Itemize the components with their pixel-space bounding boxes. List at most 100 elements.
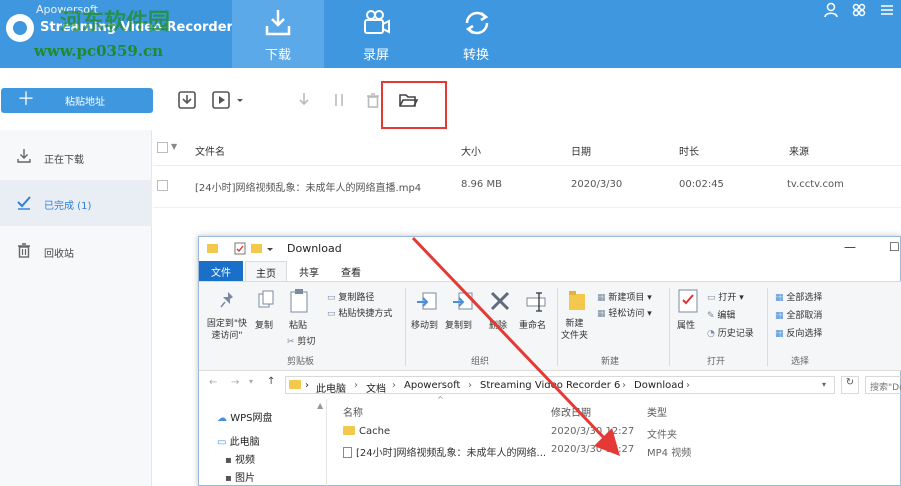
column-filename[interactable]: 文件名 xyxy=(195,143,225,158)
copy-icon xyxy=(258,290,274,308)
back-icon[interactable]: ← xyxy=(209,377,217,388)
file-name: [24小时]网络视频乱象：未成年人的网络... xyxy=(356,448,547,459)
copy-path-button[interactable]: ▭ 复制路径 xyxy=(327,290,374,303)
import-icon[interactable] xyxy=(176,89,198,111)
tab-file[interactable]: 文件 xyxy=(199,261,243,281)
pause-icon[interactable] xyxy=(328,89,350,111)
nav-item-this-pc[interactable]: ▭ 此电脑 xyxy=(217,433,260,448)
download-icon xyxy=(17,149,31,163)
pin-quick-access-button[interactable]: 固定到"快 速访问" xyxy=(203,318,251,342)
open-folder-highlight xyxy=(381,81,447,129)
forward-icon[interactable]: → xyxy=(231,377,239,388)
select-all-button[interactable]: ▦ 全部选择 xyxy=(775,290,822,303)
chevron-down-icon[interactable]: ▼ xyxy=(171,142,177,151)
select-none-button[interactable]: ▦ 全部取消 xyxy=(775,308,822,321)
breadcrumb-download[interactable]: Download xyxy=(634,380,684,391)
paste-shortcut-button[interactable]: ▭ 粘贴快捷方式 xyxy=(327,306,392,319)
edit-button[interactable]: ✎ 编辑 xyxy=(707,308,735,321)
open-button[interactable]: ▭ 打开 ▾ xyxy=(707,290,744,303)
move-to-button[interactable]: 移动到 xyxy=(411,318,438,331)
address-bar-row: ← → ▾ ↑ › 此电脑 › 文档 › Apowersoft › Stream… xyxy=(199,371,901,399)
invert-selection-button[interactable]: ▦ 反向选择 xyxy=(775,326,822,339)
video-play-icon[interactable] xyxy=(210,89,232,111)
explorer-title: Download xyxy=(287,242,342,255)
sidebar-item-label: 已完成 (1) xyxy=(44,201,92,212)
column-date[interactable]: 日期 xyxy=(571,143,591,158)
file-explorer-window: Download — ☐ 文件 主页 共享 查看 固定到"快 速访问" 复制 粘… xyxy=(198,236,901,486)
select-all-label: 全部选择 xyxy=(786,293,823,303)
group-open: 打开 xyxy=(707,357,726,367)
breadcrumb-this-pc[interactable]: 此电脑 xyxy=(316,380,346,395)
row-checkbox[interactable] xyxy=(157,180,168,191)
invert-selection-icon: ▦ xyxy=(775,329,787,339)
dropdown-icon[interactable] xyxy=(234,89,246,111)
paste-button[interactable]: 粘贴 xyxy=(289,318,307,331)
picture-icon: ▪ xyxy=(225,473,235,484)
up-icon[interactable]: ↑ xyxy=(267,376,275,387)
nav-item-videos[interactable]: ▪ 视频 xyxy=(225,451,255,466)
folder-icon xyxy=(343,426,355,435)
nav-item-wps[interactable]: ☁ WPS网盘 xyxy=(217,409,272,424)
chevron-up-icon[interactable]: ▲ xyxy=(317,401,323,410)
copy-button[interactable]: 复制 xyxy=(255,318,273,331)
rename-button[interactable]: 重命名 xyxy=(519,318,546,331)
cut-button[interactable]: ✂ 剪切 xyxy=(287,334,315,347)
nav-item-label: 视频 xyxy=(234,455,255,466)
toolbar: ＋ 粘贴地址 xyxy=(0,68,901,130)
rename-icon xyxy=(526,292,546,312)
history-label: 历史记录 xyxy=(717,329,754,339)
easy-access-button[interactable]: ▦ 轻松访问 ▾ xyxy=(597,306,652,319)
column-source[interactable]: 来源 xyxy=(789,143,809,158)
maximize-icon[interactable]: ☐ xyxy=(889,240,900,254)
start-download-icon[interactable] xyxy=(293,89,315,111)
quick-access-icons xyxy=(207,242,273,255)
tab-download[interactable]: 下载 xyxy=(232,0,324,68)
cloud-icon: ☁ xyxy=(217,413,231,424)
select-none-label: 全部取消 xyxy=(786,311,823,321)
table-row[interactable]: [24小时]网络视频乱象：未成年人的网络直播.mp4 8.96 MB 2020/… xyxy=(153,166,901,208)
tab-home[interactable]: 主页 xyxy=(245,261,287,281)
user-icon[interactable] xyxy=(823,2,839,18)
minimize-icon[interactable]: — xyxy=(844,240,856,254)
history-button[interactable]: ◔ 历史记录 xyxy=(707,326,754,339)
nav-item-label: WPS网盘 xyxy=(230,413,273,424)
breadcrumb-documents[interactable]: 文档 xyxy=(366,380,386,395)
chevron-down-icon[interactable]: ▾ xyxy=(822,380,826,389)
nav-item-label: 图片 xyxy=(234,473,255,484)
breadcrumb-apowersoft[interactable]: Apowersoft xyxy=(404,380,460,391)
tab-download-label: 下载 xyxy=(264,48,291,63)
column-modified[interactable]: 修改日期 xyxy=(551,404,591,419)
delete-button[interactable]: 删除 xyxy=(489,318,507,331)
copy-to-button[interactable]: 复制到 xyxy=(445,318,472,331)
edit-icon: ✎ xyxy=(707,311,718,321)
sidebar-item-downloading[interactable]: 正在下载 xyxy=(0,134,152,180)
column-size[interactable]: 大小 xyxy=(461,143,481,158)
edit-label: 编辑 xyxy=(717,311,736,321)
watermark-url: www.pc0359.cn xyxy=(34,42,164,60)
tab-record[interactable]: 录屏 xyxy=(330,0,422,68)
properties-button[interactable]: 属性 xyxy=(677,318,695,331)
column-duration[interactable]: 时长 xyxy=(679,143,699,158)
paste-shortcut-icon: ▭ xyxy=(327,309,339,319)
file-name: Cache xyxy=(359,426,391,437)
skin-icon[interactable] xyxy=(851,2,867,18)
menu-icon[interactable] xyxy=(879,2,895,18)
breadcrumb-recorder[interactable]: Streaming Video Recorder 6 xyxy=(480,380,620,391)
search-input[interactable]: 搜索"Do xyxy=(865,376,901,394)
tab-view[interactable]: 查看 xyxy=(331,261,371,281)
tab-share[interactable]: 共享 xyxy=(289,261,329,281)
select-all-checkbox[interactable] xyxy=(157,142,168,153)
paste-icon xyxy=(290,289,308,313)
new-item-button[interactable]: ▦ 新建项目 ▾ xyxy=(597,290,652,303)
refresh-icon[interactable]: ↻ xyxy=(841,376,859,394)
chevron-down-icon[interactable]: ▾ xyxy=(249,377,253,386)
paste-url-button[interactable]: ＋ 粘贴地址 xyxy=(1,88,153,113)
address-input[interactable]: › 此电脑 › 文档 › Apowersoft › Streaming Vide… xyxy=(285,376,835,395)
tab-convert[interactable]: 转换 xyxy=(430,0,522,68)
sidebar-item-recycle[interactable]: 回收站 xyxy=(0,228,152,274)
nav-item-pictures[interactable]: ▪ 图片 xyxy=(225,469,255,484)
sidebar-item-completed[interactable]: 已完成 (1) xyxy=(0,180,152,226)
new-folder-button[interactable]: 新建 文件夹 xyxy=(561,318,588,342)
column-type[interactable]: 类型 xyxy=(647,404,667,419)
column-name[interactable]: 名称 xyxy=(343,404,363,419)
